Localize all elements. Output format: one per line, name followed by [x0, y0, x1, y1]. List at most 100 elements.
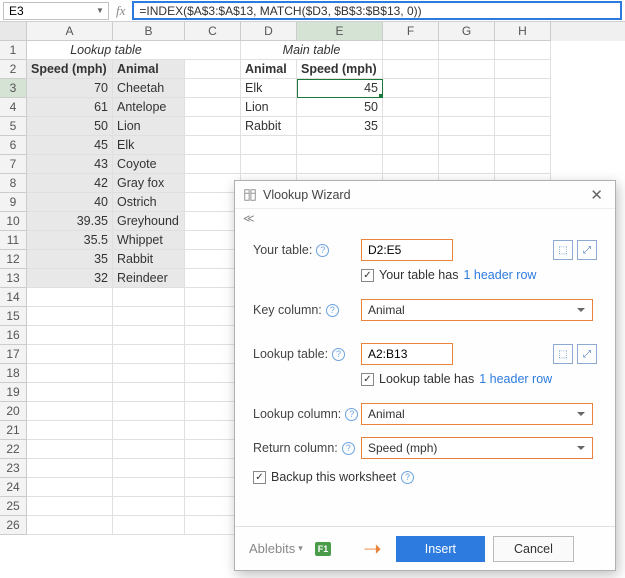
cell[interactable]: 45 — [27, 136, 113, 155]
cell[interactable] — [439, 117, 495, 136]
cell[interactable] — [495, 41, 551, 60]
cell[interactable]: Elk — [241, 79, 297, 98]
cell[interactable]: Reindeer — [113, 269, 185, 288]
cell[interactable] — [297, 155, 383, 174]
cell[interactable] — [495, 155, 551, 174]
row-header[interactable]: 1 — [0, 41, 27, 60]
col-header-F[interactable]: F — [383, 22, 439, 41]
help-icon[interactable]: ? — [316, 244, 329, 257]
cell[interactable] — [27, 288, 113, 307]
cell[interactable]: 45 — [297, 79, 383, 98]
col-header-G[interactable]: G — [439, 22, 495, 41]
cell[interactable]: Ostrich — [113, 193, 185, 212]
lookup-table-input[interactable] — [361, 343, 453, 365]
help-icon[interactable]: ? — [345, 408, 358, 421]
row-header[interactable]: 7 — [0, 155, 27, 174]
cell[interactable] — [113, 288, 185, 307]
cell[interactable] — [113, 516, 185, 535]
cell[interactable] — [185, 269, 241, 288]
cell[interactable]: 50 — [27, 117, 113, 136]
cell[interactable] — [383, 41, 439, 60]
cell[interactable]: 40 — [27, 193, 113, 212]
cell[interactable]: 35 — [27, 250, 113, 269]
cell[interactable]: Animal — [113, 60, 185, 79]
row-header[interactable]: 14 — [0, 288, 27, 307]
cell[interactable] — [27, 364, 113, 383]
fx-icon[interactable]: fx — [112, 3, 129, 19]
expand-range-icon[interactable]: ⤢ — [577, 240, 597, 260]
row-header[interactable]: 5 — [0, 117, 27, 136]
cell[interactable]: 70 — [27, 79, 113, 98]
row-header[interactable]: 13 — [0, 269, 27, 288]
close-icon[interactable]: ✕ — [586, 186, 607, 204]
cell[interactable] — [439, 98, 495, 117]
cell[interactable] — [297, 136, 383, 155]
cell[interactable]: Cheetah — [113, 79, 185, 98]
col-header-D[interactable]: D — [241, 22, 297, 41]
cell[interactable]: Lion — [113, 117, 185, 136]
cell[interactable] — [383, 155, 439, 174]
row-header[interactable]: 25 — [0, 497, 27, 516]
row-header[interactable]: 12 — [0, 250, 27, 269]
cell[interactable] — [383, 117, 439, 136]
row-header[interactable]: 6 — [0, 136, 27, 155]
cell[interactable] — [185, 155, 241, 174]
cell[interactable]: Lion — [241, 98, 297, 117]
cell[interactable]: 32 — [27, 269, 113, 288]
cell[interactable] — [185, 440, 241, 459]
cell[interactable] — [383, 60, 439, 79]
cell[interactable]: 43 — [27, 155, 113, 174]
cell[interactable] — [185, 421, 241, 440]
select-range-icon[interactable]: ⬚ — [553, 240, 573, 260]
backup-checkbox[interactable]: ✓ — [253, 471, 266, 484]
col-header-H[interactable]: H — [495, 22, 551, 41]
row-header[interactable]: 15 — [0, 307, 27, 326]
cell[interactable]: 35 — [297, 117, 383, 136]
cell[interactable] — [495, 136, 551, 155]
help-icon[interactable]: ? — [401, 471, 414, 484]
cell[interactable] — [185, 402, 241, 421]
cell[interactable] — [113, 440, 185, 459]
name-box-dropdown-icon[interactable]: ▼ — [92, 3, 108, 19]
cell[interactable] — [27, 307, 113, 326]
cell[interactable] — [495, 98, 551, 117]
help-icon[interactable]: ? — [342, 442, 355, 455]
cell[interactable] — [185, 117, 241, 136]
row-header[interactable]: 17 — [0, 345, 27, 364]
cell[interactable] — [185, 79, 241, 98]
cell[interactable] — [495, 60, 551, 79]
expand-range-icon[interactable]: ⤢ — [577, 344, 597, 364]
your-table-input[interactable] — [361, 239, 453, 261]
row-header[interactable]: 20 — [0, 402, 27, 421]
name-box[interactable]: ▼ — [3, 2, 109, 20]
cell[interactable] — [27, 440, 113, 459]
f1-badge[interactable]: F1 — [315, 542, 332, 556]
cell[interactable] — [185, 326, 241, 345]
wizard-titlebar[interactable]: Vlookup Wizard ✕ — [235, 181, 615, 209]
lookup-table-has-header-checkbox[interactable]: ✓ — [361, 373, 374, 386]
cell[interactable] — [185, 497, 241, 516]
row-header[interactable]: 22 — [0, 440, 27, 459]
formula-input[interactable]: =INDEX($A$3:$A$13, MATCH($D3, $B$3:$B$13… — [132, 1, 622, 20]
cell[interactable] — [185, 250, 241, 269]
cell[interactable]: 35.5 — [27, 231, 113, 250]
help-icon[interactable]: ? — [332, 348, 345, 361]
cell[interactable] — [113, 478, 185, 497]
name-box-input[interactable] — [4, 4, 92, 18]
cell[interactable] — [185, 41, 241, 60]
cell[interactable]: Speed (mph) — [297, 60, 383, 79]
row-header[interactable]: 11 — [0, 231, 27, 250]
cell[interactable] — [185, 231, 241, 250]
cell[interactable]: 42 — [27, 174, 113, 193]
cell[interactable] — [185, 364, 241, 383]
cell[interactable] — [185, 60, 241, 79]
cell[interactable] — [383, 136, 439, 155]
row-header[interactable]: 3 — [0, 79, 27, 98]
cell[interactable]: Speed (mph) — [27, 60, 113, 79]
cell[interactable] — [185, 383, 241, 402]
cell[interactable] — [27, 402, 113, 421]
cell[interactable] — [113, 421, 185, 440]
row-header[interactable]: 2 — [0, 60, 27, 79]
cell[interactable] — [113, 497, 185, 516]
cell[interactable] — [439, 41, 495, 60]
